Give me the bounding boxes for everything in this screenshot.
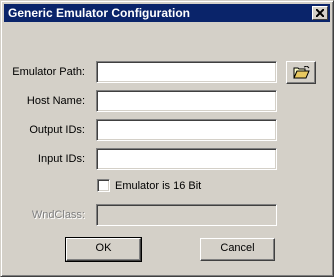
window-title: Generic Emulator Configuration [8,6,191,20]
folder-open-icon [293,66,310,79]
host-name-input[interactable] [99,93,274,109]
output-ids-label: Output IDs: [29,124,85,136]
ok-button[interactable]: OK [65,237,142,262]
emulator-16bit-label[interactable]: Emulator is 16 Bit [115,179,201,193]
cancel-button[interactable]: Cancel [200,238,275,261]
dialog-window: Generic Emulator Configuration Emulator … [0,0,334,277]
close-icon [316,9,324,17]
input-ids-field[interactable] [96,148,277,170]
wndclass-input [99,207,274,223]
output-ids-field[interactable] [96,119,277,141]
input-ids-label: Input IDs: [37,153,85,165]
host-name-field[interactable] [96,90,277,112]
emulator-path-label: Emulator Path: [12,66,85,78]
emulator-16bit-checkbox[interactable] [97,179,110,192]
emulator-path-input[interactable] [99,64,274,80]
title-bar[interactable]: Generic Emulator Configuration [4,4,330,22]
emulator-path-field[interactable] [96,61,277,83]
host-name-label: Host Name: [26,95,85,107]
wndclass-field [96,204,277,226]
close-button[interactable] [312,6,328,20]
browse-button[interactable] [286,61,316,84]
wndclass-label: WndClass: [31,209,85,221]
output-ids-input[interactable] [99,122,274,138]
input-ids-input[interactable] [99,151,274,167]
